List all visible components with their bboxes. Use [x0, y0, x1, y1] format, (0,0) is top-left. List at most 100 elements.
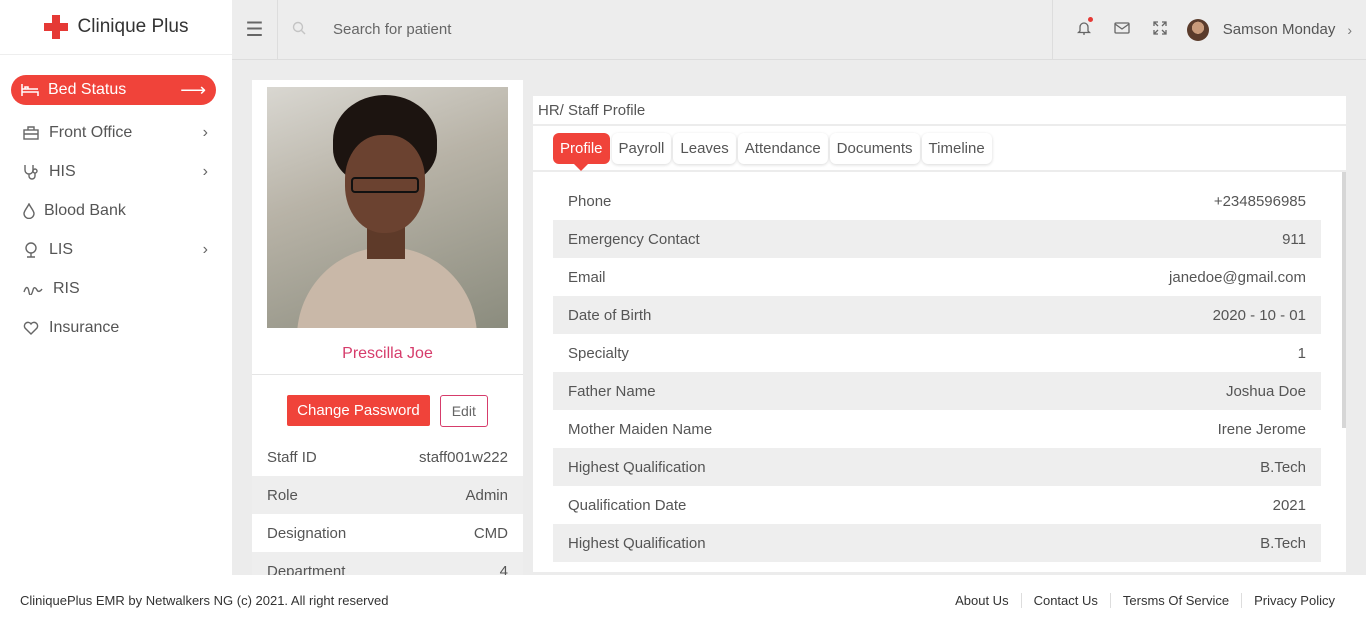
tab-attendance[interactable]: Attendance — [737, 132, 828, 164]
detail-row: Father Name Joshua Doe — [553, 372, 1321, 410]
bell-icon[interactable] — [1065, 16, 1103, 40]
tab-payroll[interactable]: Payroll — [611, 132, 672, 164]
info-label: Department — [267, 562, 346, 576]
info-label: Designation — [267, 524, 347, 542]
top-bar-actions: Samson Monday › — [1051, 0, 1366, 60]
detail-row: Mother Maiden Name Irene Jerome — [553, 410, 1321, 448]
scrollbar[interactable] — [1342, 172, 1346, 428]
detail-list: Phone +2348596985 Emergency Contact 911 … — [553, 182, 1321, 562]
detail-row: Highest Qualification B.Tech — [553, 448, 1321, 486]
info-value: CMD — [473, 524, 508, 542]
footer-link-contact-us[interactable]: Contact Us — [1022, 592, 1111, 608]
sidebar-item-label: Front Office — [49, 123, 133, 141]
globe-icon — [22, 241, 40, 259]
detail-value: Joshua Doe — [1225, 382, 1306, 400]
footer-link-terms-of-service[interactable]: Tersms Of Service — [1111, 592, 1243, 608]
footer-links: About Us Contact Us Tersms Of Service Pr… — [943, 592, 1346, 608]
brand-name: Clinique Plus — [77, 16, 189, 37]
info-row-role: Role Admin — [252, 476, 523, 514]
detail-row: Highest Qualification B.Tech — [553, 524, 1321, 562]
brand-logo[interactable]: Clinique Plus — [0, 0, 232, 55]
detail-row: Specialty 1 — [553, 334, 1321, 372]
tab-profile[interactable]: Profile — [553, 132, 610, 171]
detail-value: 911 — [1282, 230, 1306, 248]
briefcase-icon — [22, 124, 40, 142]
profile-actions: Change Password Edit — [252, 395, 523, 427]
staff-info-list: Staff ID staff001w222 Role Admin Designa… — [252, 438, 523, 575]
sidebar-item-his[interactable]: HIS › — [0, 152, 232, 191]
change-password-button[interactable]: Change Password — [287, 395, 430, 426]
tab-documents[interactable]: Documents — [829, 132, 920, 164]
stethoscope-icon — [22, 163, 40, 181]
footer-link-about-us[interactable]: About Us — [943, 592, 1022, 608]
detail-row: Qualification Date 2021 — [553, 486, 1321, 524]
sidebar-item-lis[interactable]: LIS › — [0, 230, 232, 269]
detail-row: Date of Birth 2020 - 10 - 01 — [553, 296, 1321, 334]
sidebar-item-label: Blood Bank — [44, 201, 126, 219]
avatar[interactable] — [1186, 18, 1209, 41]
detail-value: janedoe@gmail.com — [1169, 268, 1306, 286]
sidebar-item-label: Insurance — [49, 318, 120, 336]
detail-row: Emergency Contact 911 — [553, 220, 1321, 258]
search-icon — [292, 21, 312, 38]
search-bar — [278, 0, 1052, 60]
detail-label: Specialty — [568, 344, 629, 362]
detail-label: Phone — [568, 192, 612, 210]
detail-row: Email janedoe@gmail.com — [553, 258, 1321, 296]
chevron-right-icon: › — [202, 162, 208, 180]
chevron-right-icon: › — [202, 123, 208, 141]
sidebar-item-label: RIS — [53, 279, 80, 297]
info-row-designation: Designation CMD — [252, 514, 523, 552]
sidebar-item-blood-bank[interactable]: Blood Bank — [0, 191, 232, 230]
detail-value: 2020 - 10 - 01 — [1212, 306, 1306, 324]
top-bar: ☰ Samson Monday › — [232, 0, 1366, 60]
staff-name: Prescilla Joe — [342, 345, 433, 362]
user-name[interactable]: Samson Monday — [1223, 21, 1336, 38]
mail-icon[interactable] — [1103, 21, 1141, 38]
footer: CliniquePlus EMR by Netwalkers NG (c) 20… — [0, 575, 1366, 625]
detail-value: 1 — [1297, 344, 1306, 362]
edit-button[interactable]: Edit — [439, 395, 488, 427]
arrow-right-icon: ⟶ — [180, 79, 206, 100]
info-value: 4 — [499, 562, 508, 576]
copyright-text: CliniquePlus EMR by Netwalkers NG (c) 20… — [20, 592, 389, 608]
tab-timeline[interactable]: Timeline — [921, 132, 992, 164]
profile-tabs: Profile Payroll Leaves Attendance Docume… — [533, 126, 1346, 171]
sidebar-item-insurance[interactable]: Insurance — [0, 308, 232, 347]
sidebar-item-label: HIS — [49, 162, 76, 180]
notification-dot — [1087, 16, 1093, 22]
detail-label: Qualification Date — [568, 496, 687, 514]
tab-leaves[interactable]: Leaves — [673, 132, 736, 164]
sidebar-item-ris[interactable]: RIS — [0, 269, 232, 308]
footer-link-privacy-policy[interactable]: Privacy Policy — [1242, 593, 1346, 608]
heart-icon — [22, 319, 40, 337]
detail-value: +2348596985 — [1213, 192, 1306, 210]
detail-value: B.Tech — [1260, 458, 1306, 476]
sidebar-nav: Bed Status ⟶ Front Office › HIS › Blood … — [0, 55, 232, 347]
chevron-right-icon: › — [202, 240, 208, 258]
sidebar-item-bed-status[interactable]: Bed Status ⟶ — [11, 75, 216, 105]
sidebar-item-label: LIS — [49, 240, 74, 258]
fullscreen-icon[interactable] — [1141, 20, 1179, 39]
hamburger-menu-icon[interactable]: ☰ — [232, 0, 278, 60]
profile-details-panel: Phone +2348596985 Emergency Contact 911 … — [533, 172, 1346, 572]
staff-photo — [267, 87, 508, 328]
pulse-icon — [22, 280, 44, 298]
detail-value: B.Tech — [1260, 534, 1306, 552]
bed-icon — [21, 81, 39, 99]
sidebar: Clinique Plus Bed Status ⟶ Front Office … — [0, 0, 232, 575]
red-cross-icon — [43, 15, 68, 39]
detail-row: Phone +2348596985 — [553, 182, 1321, 220]
detail-label: Father Name — [568, 382, 656, 400]
drop-icon — [22, 202, 35, 220]
sidebar-item-label: Bed Status — [48, 81, 127, 98]
sidebar-item-front-office[interactable]: Front Office › — [0, 113, 232, 152]
detail-label: Mother Maiden Name — [568, 420, 713, 438]
detail-label: Highest Qualification — [568, 458, 706, 476]
divider — [252, 374, 523, 375]
detail-label: Highest Qualification — [568, 534, 706, 552]
chevron-right-icon[interactable]: › — [1347, 22, 1352, 38]
info-row-staff-id: Staff ID staff001w222 — [252, 438, 523, 476]
search-input[interactable] — [333, 21, 733, 38]
info-label: Staff ID — [267, 448, 317, 466]
